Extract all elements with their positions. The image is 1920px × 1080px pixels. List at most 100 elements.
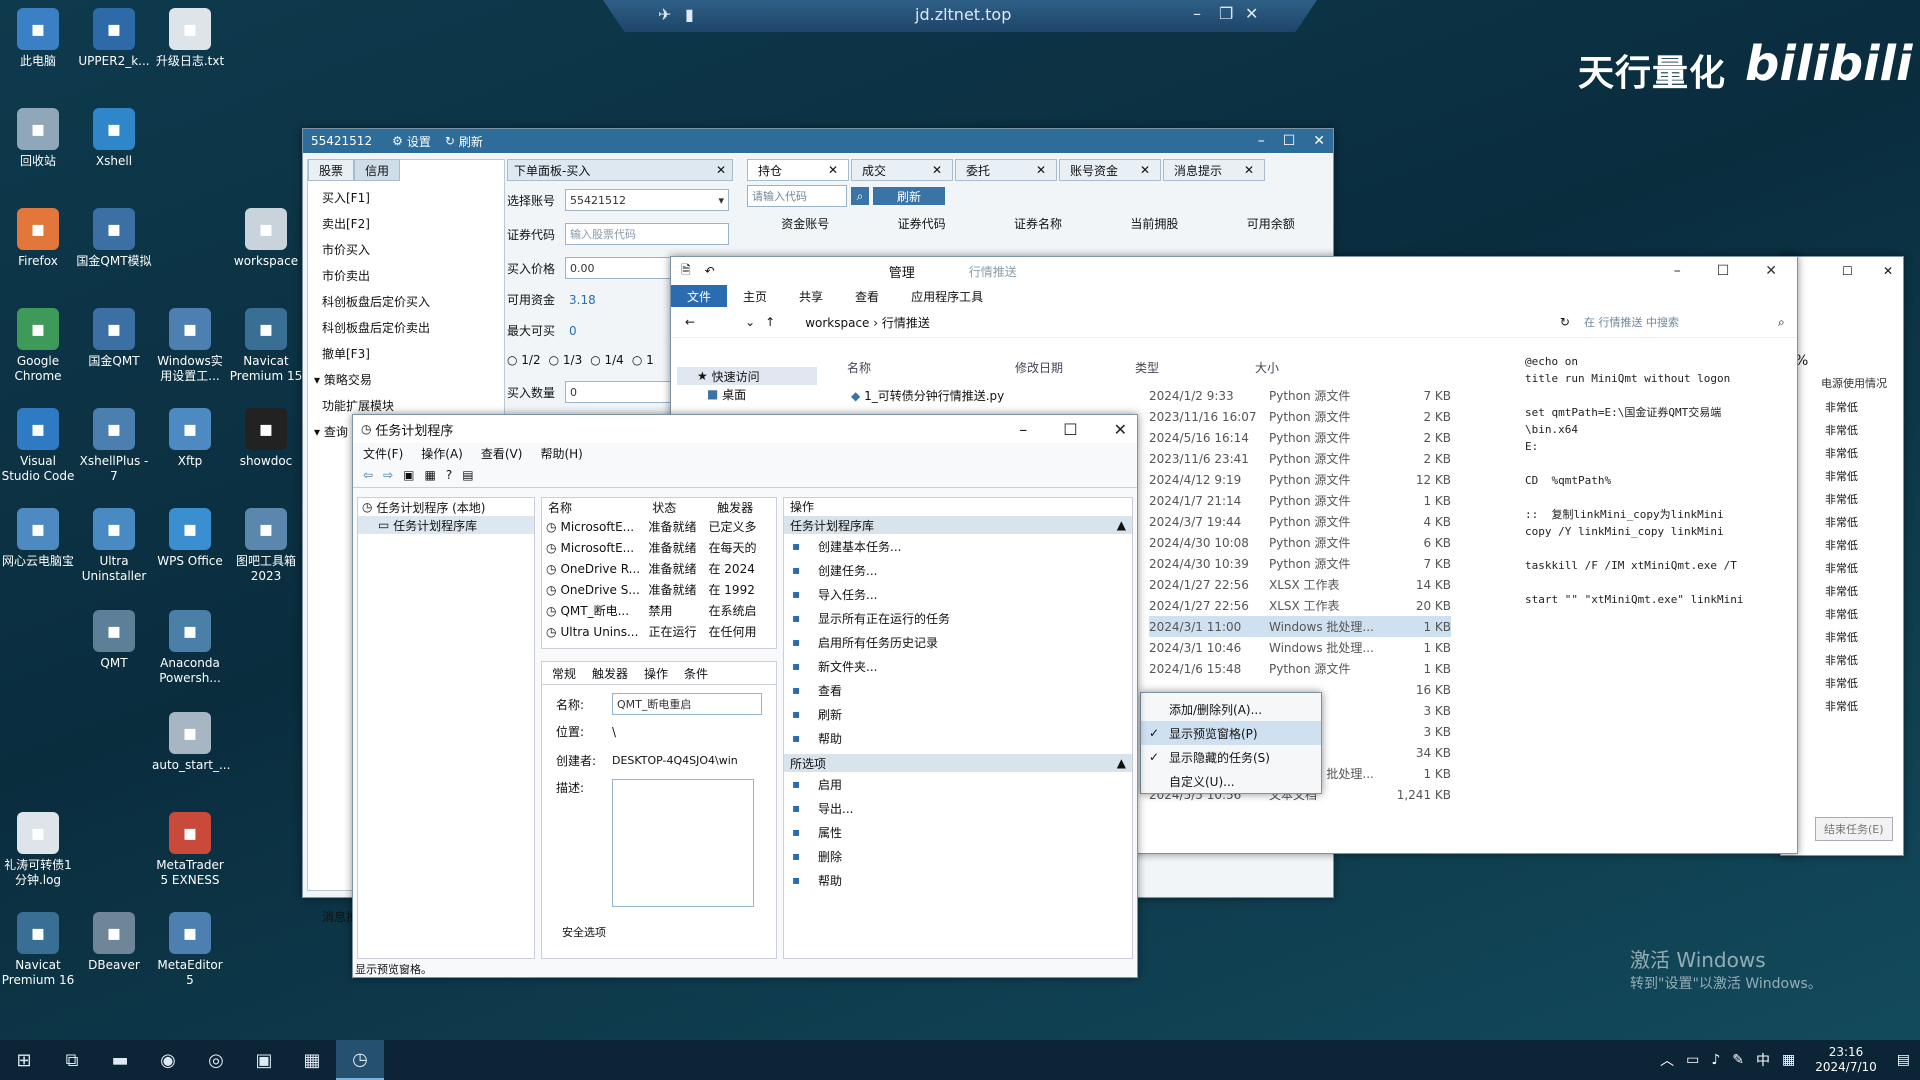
close-icon[interactable]: ✕ bbox=[1244, 163, 1254, 177]
task-row[interactable]: ◷ OneDrive R... 准备就绪在 2024 bbox=[542, 558, 776, 579]
minimize-icon[interactable]: – bbox=[1258, 133, 1265, 149]
grid-icon[interactable]: ▦ bbox=[424, 468, 435, 482]
close-icon[interactable]: ✕ bbox=[828, 163, 838, 177]
ribbon-tab[interactable]: 共享 bbox=[783, 285, 839, 307]
positions-tab[interactable]: 消息提示 ✕ bbox=[1163, 159, 1265, 181]
desktop-icon[interactable]: ▪ Visual Studio Code bbox=[0, 408, 76, 484]
maximize-icon[interactable]: ☐ bbox=[1717, 263, 1730, 279]
task-column-header[interactable]: 状态 bbox=[646, 499, 711, 516]
scheduler-menu-item[interactable]: 帮助(H) bbox=[540, 445, 582, 462]
ratio-radio[interactable]: ○ 1 bbox=[632, 353, 654, 367]
ribbon-tab[interactable]: 应用程序工具 bbox=[895, 285, 999, 307]
quick-access-item[interactable]: 快速访问 bbox=[712, 368, 760, 385]
action-item[interactable]: ▪ 新文件夹... bbox=[784, 654, 1132, 678]
desktop-icon[interactable]: ▪ XshellPlus - 7 bbox=[76, 408, 152, 484]
forward-icon[interactable]: ⇨ bbox=[383, 468, 393, 482]
file-explorer-icon[interactable]: ▬ bbox=[96, 1040, 144, 1080]
desktop-icon[interactable]: ▪ 国金QMT模拟 bbox=[76, 208, 152, 269]
action-item[interactable]: ▪ 启用 bbox=[784, 772, 1132, 796]
scheduler-menu-item[interactable]: 操作(A) bbox=[421, 445, 463, 462]
undo-icon[interactable]: ↶ bbox=[705, 264, 715, 278]
positions-column-header[interactable]: 资金账号 bbox=[781, 215, 829, 232]
scheduler-menu-item[interactable]: 文件(F) bbox=[363, 445, 403, 462]
task-row[interactable]: ◷ QMT_断电... 禁用 在系统启 bbox=[542, 600, 776, 621]
start-icon[interactable]: ⊞ bbox=[0, 1040, 48, 1080]
positions-tab[interactable]: 持仓 ✕ bbox=[747, 159, 849, 181]
tray-chevron-icon[interactable]: ︿ bbox=[1660, 1050, 1674, 1070]
file-row[interactable]: 2024/1/27 22:56 XLSX 工作表 20 KB bbox=[1149, 595, 1451, 616]
back-icon[interactable]: ← bbox=[685, 315, 695, 329]
detail-tab[interactable]: 触发器 bbox=[592, 665, 628, 682]
up-icon[interactable]: ↑ bbox=[765, 315, 775, 329]
quick-save-icon[interactable]: 🗎 bbox=[681, 261, 691, 282]
detail-tab[interactable]: 常规 bbox=[552, 665, 576, 682]
action-item[interactable]: ▪ 启用所有任务历史记录 bbox=[784, 630, 1132, 654]
code-input[interactable]: 输入股票代码 bbox=[565, 223, 729, 245]
refresh-button[interactable]: 刷新 bbox=[459, 133, 483, 150]
trade-function-item[interactable]: ▾ 策略交易 bbox=[314, 366, 504, 392]
description-field[interactable] bbox=[612, 779, 754, 907]
desktop-icon[interactable]: ▪ WPS Office bbox=[152, 508, 228, 569]
desktop-icon[interactable]: ▪ Google Chrome bbox=[0, 308, 76, 384]
task-scheduler-icon[interactable]: ◷ bbox=[336, 1040, 384, 1080]
desktop-icon[interactable]: ▪ Navicat Premium 16 bbox=[0, 912, 76, 988]
clock[interactable]: 23:16 2024/7/10 bbox=[1815, 1045, 1877, 1075]
trade-function-item[interactable]: 市价买入 bbox=[322, 236, 504, 262]
file-row[interactable]: 2024/4/12 9:19 Python 源文件 12 KB bbox=[1149, 469, 1451, 490]
account-select[interactable]: 55421512 ▾ bbox=[565, 189, 729, 211]
pane-icon[interactable]: ▤ bbox=[462, 468, 473, 482]
desktop-icon[interactable]: ▪ MetaTrader 5 EXNESS bbox=[152, 812, 228, 888]
trade-function-item[interactable]: 卖出[F2] bbox=[322, 210, 504, 236]
desktop-icon[interactable]: ▪ showdoc bbox=[228, 408, 304, 469]
action-item[interactable]: ▪ 属性 bbox=[784, 820, 1132, 844]
action-item[interactable]: ▪ 导出... bbox=[784, 796, 1132, 820]
desktop-icon[interactable]: ▪ 此电脑 bbox=[0, 8, 76, 69]
search-icon[interactable]: ⌕ bbox=[1778, 315, 1785, 330]
volume-icon[interactable]: ♪ bbox=[1711, 1052, 1720, 1068]
close-icon[interactable]: ✕ bbox=[1114, 420, 1127, 439]
refresh-icon[interactable]: ↻ bbox=[445, 134, 455, 148]
breadcrumb[interactable]: workspace › 行情推送 bbox=[805, 314, 930, 331]
network-icon[interactable]: ▭ bbox=[1686, 1052, 1699, 1068]
file-row[interactable]: 2023/11/6 23:41 Python 源文件 2 KB bbox=[1149, 448, 1451, 469]
file-row[interactable]: 2024/5/16 16:14 Python 源文件 2 KB bbox=[1149, 427, 1451, 448]
positions-column-header[interactable]: 当前拥股 bbox=[1130, 215, 1178, 232]
desktop-icon[interactable]: ▪ 图吧工具箱2023 bbox=[228, 508, 304, 584]
minimize-icon[interactable]: – bbox=[1674, 263, 1681, 279]
task-row[interactable]: ◷ OneDrive S... 准备就绪在 1992 bbox=[542, 579, 776, 600]
task-row[interactable]: ◷ Ultra Unins... 正在运行 在任何用 bbox=[542, 621, 776, 642]
close-icon[interactable]: ✕ bbox=[1245, 4, 1258, 23]
close-icon[interactable]: ✕ bbox=[1765, 263, 1777, 279]
firefox-icon[interactable]: ◉ bbox=[144, 1040, 192, 1080]
pen-icon[interactable]: ✎ bbox=[1732, 1052, 1744, 1068]
file-row[interactable]: 2024/3/1 11:00 Windows 批处理... 1 KB bbox=[1149, 616, 1451, 637]
remote-connection-bar[interactable]: ✈ ▮ jd.zltnet.top – ❐ ✕ bbox=[603, 0, 1317, 32]
task-view-icon[interactable]: ⧉ bbox=[48, 1040, 96, 1080]
context-menu-item[interactable]: ✓ 显示隐藏的任务(S) bbox=[1141, 745, 1321, 769]
ime-indicator[interactable]: 中 bbox=[1756, 1050, 1770, 1070]
collapse-icon[interactable]: ▲ bbox=[1117, 756, 1126, 770]
desktop-icon[interactable]: ▪ QMT bbox=[76, 610, 152, 671]
close-icon[interactable]: ✕ bbox=[1140, 163, 1150, 177]
file-row[interactable]: 2024/1/27 22:56 XLSX 工作表 14 KB bbox=[1149, 574, 1451, 595]
file-row[interactable]: 2024/4/30 10:39 Python 源文件 7 KB bbox=[1149, 553, 1451, 574]
maximize-icon[interactable]: ☐ bbox=[1063, 420, 1077, 439]
minimize-icon[interactable]: – bbox=[1019, 420, 1027, 439]
chrome-icon[interactable]: ◎ bbox=[192, 1040, 240, 1080]
code-search-input[interactable]: 请输入代码 bbox=[747, 185, 847, 207]
action-item[interactable]: ▪ 查看 bbox=[784, 678, 1132, 702]
desktop-icon[interactable]: ▪ 礼涛可转债1分钟.log bbox=[0, 812, 76, 888]
action-item[interactable]: ▪ 创建基本任务... bbox=[784, 534, 1132, 558]
desktop-icon[interactable]: ▪ Windows实用设置工... bbox=[152, 308, 228, 384]
action-item[interactable]: ▪ 帮助 bbox=[784, 726, 1132, 750]
remote-desktop-icon[interactable]: ▣ bbox=[240, 1040, 288, 1080]
detail-tab[interactable]: 操作 bbox=[644, 665, 668, 682]
ribbon-tab[interactable]: 主页 bbox=[727, 285, 783, 307]
first-file-row[interactable]: ◆ 1_可转债分钟行情推送.py bbox=[851, 385, 1004, 406]
help-icon[interactable]: ? bbox=[446, 468, 452, 482]
file-column-header[interactable]: 类型 bbox=[1135, 359, 1255, 376]
context-menu-item[interactable]: 自定义(U)... bbox=[1141, 769, 1321, 793]
ribbon-tab[interactable]: 查看 bbox=[839, 285, 895, 307]
desktop-icon[interactable]: ▪ Anaconda Powersh... bbox=[152, 610, 228, 686]
detail-tab[interactable]: 条件 bbox=[684, 665, 708, 682]
